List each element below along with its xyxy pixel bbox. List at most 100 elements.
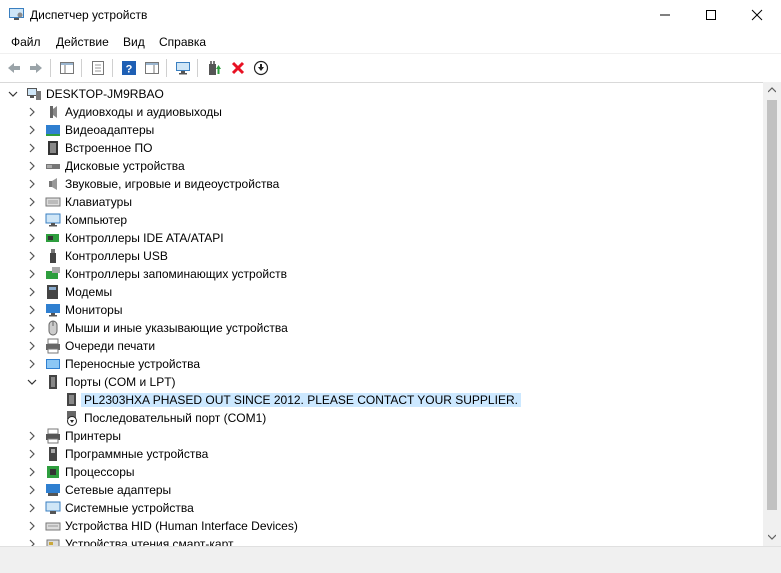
port-icon [49, 375, 57, 389]
tree-root[interactable]: DESKTOP-JM9RBAO [0, 85, 763, 103]
chevron-right-icon[interactable] [27, 161, 37, 171]
chevron-right-icon[interactable] [27, 467, 37, 477]
chevron-right-icon[interactable] [27, 323, 37, 333]
tree-category-item[interactable]: Встроенное ПО [0, 139, 763, 157]
toolbar: ? [0, 53, 781, 83]
chevron-right-icon[interactable] [27, 197, 37, 207]
chevron-right-icon[interactable] [27, 125, 37, 135]
show-hide-console-tree-button[interactable] [57, 58, 77, 78]
tree-category-item[interactable]: Модемы [0, 283, 763, 301]
serial-port-icon [67, 411, 77, 426]
tree-child-item[interactable]: Последовательный порт (COM1) [0, 409, 763, 427]
scroll-up-icon[interactable] [768, 87, 776, 93]
tree-item-label: Звуковые, игровые и видеоустройства [65, 177, 280, 191]
uninstall-device-button[interactable] [228, 58, 248, 78]
tree-category-item[interactable]: Контроллеры IDE ATA/ATAPI [0, 229, 763, 247]
update-driver-button[interactable] [204, 58, 224, 78]
tree-category-item[interactable]: Переносные устройства [0, 355, 763, 373]
tree-category-item[interactable]: Процессоры [0, 463, 763, 481]
tree-category-item[interactable]: Дисковые устройства [0, 157, 763, 175]
minimize-button[interactable] [642, 0, 688, 31]
tree-item-label: Процессоры [65, 465, 135, 479]
tree-category-item[interactable]: Звуковые, игровые и видеоустройства [0, 175, 763, 193]
chevron-right-icon[interactable] [27, 503, 37, 513]
tree-item-label: Порты (COM и LPT) [65, 375, 176, 389]
chevron-right-icon[interactable] [27, 269, 37, 279]
menu-file[interactable]: Файл [11, 35, 41, 49]
forward-button[interactable] [26, 58, 46, 78]
chevron-right-icon[interactable] [27, 305, 37, 315]
tree-item-label: Переносные устройства [65, 357, 201, 371]
chevron-right-icon[interactable] [27, 449, 37, 459]
action-pane-button[interactable] [142, 58, 162, 78]
tree-category-item[interactable]: Клавиатуры [0, 193, 763, 211]
chevron-right-icon[interactable] [27, 359, 37, 369]
tree-category-item[interactable]: Устройства чтения смарт-карт [0, 535, 763, 546]
menu-action[interactable]: Действие [56, 35, 109, 49]
toolbar-separator [197, 59, 198, 77]
tree-item-label: Встроенное ПО [65, 141, 153, 155]
tree-category-item[interactable]: Компьютер [0, 211, 763, 229]
tree-category-item[interactable]: Очереди печати [0, 337, 763, 355]
disable-device-button[interactable] [251, 58, 271, 78]
tree-item-label: Дисковые устройства [65, 159, 185, 173]
scan-hardware-button[interactable] [173, 58, 193, 78]
device-tree[interactable]: DESKTOP-JM9RBAO Аудиовходы и аудиовыходы… [0, 82, 763, 546]
close-button[interactable] [734, 0, 780, 31]
smart-card-reader-icon [46, 539, 60, 546]
tree-category-item[interactable]: Порты (COM и LPT) [0, 373, 763, 391]
help-button[interactable]: ? [119, 58, 139, 78]
chevron-right-icon[interactable] [27, 521, 37, 531]
portable-device-icon [46, 359, 60, 369]
tree-child-item[interactable]: PL2303HXA PHASED OUT SINCE 2012. PLEASE … [0, 391, 763, 409]
tree-category-item[interactable]: Системные устройства [0, 499, 763, 517]
chevron-right-icon[interactable] [27, 251, 37, 261]
chevron-right-icon[interactable] [27, 233, 37, 243]
tree-category-item[interactable]: Сетевые адаптеры [0, 481, 763, 499]
tree-category-item[interactable]: Контроллеры USB [0, 247, 763, 265]
tree-category-item[interactable]: Устройства HID (Human Interface Devices) [0, 517, 763, 535]
chevron-right-icon[interactable] [27, 431, 37, 441]
tree-category-item[interactable]: Видеоадаптеры [0, 121, 763, 139]
back-button[interactable] [4, 58, 24, 78]
tree-category-item[interactable]: Программные устройства [0, 445, 763, 463]
menu-view[interactable]: Вид [123, 35, 145, 49]
audio-icon [50, 106, 57, 118]
menu-help[interactable]: Справка [159, 35, 206, 49]
chevron-right-icon[interactable] [27, 107, 37, 117]
chevron-right-icon[interactable] [27, 539, 37, 546]
tree-item-label: Контроллеры IDE ATA/ATAPI [65, 231, 224, 245]
chevron-down-icon[interactable] [27, 377, 37, 387]
tree-item-label: Программные устройства [65, 447, 209, 461]
tree-item-label: Видеоадаптеры [65, 123, 155, 137]
tree-root-label: DESKTOP-JM9RBAO [46, 87, 164, 101]
tree-category-item[interactable]: Аудиовходы и аудиовыходы [0, 103, 763, 121]
tree-item-label: Клавиатуры [65, 195, 132, 209]
chevron-right-icon[interactable] [27, 287, 37, 297]
tree-category-item[interactable]: Принтеры [0, 427, 763, 445]
chevron-right-icon[interactable] [27, 485, 37, 495]
tree-category-item[interactable]: Мыши и иные указывающие устройства [0, 319, 763, 337]
tree-item-label: PL2303HXA PHASED OUT SINCE 2012. PLEASE … [81, 393, 521, 407]
mouse-icon [48, 320, 58, 336]
chevron-right-icon[interactable] [27, 341, 37, 351]
tree-category-item[interactable]: Мониторы [0, 301, 763, 319]
storage-controller-icon [46, 267, 60, 279]
chevron-right-icon[interactable] [27, 143, 37, 153]
svg-text:?: ? [126, 64, 133, 76]
vertical-scrollbar[interactable] [763, 82, 781, 546]
chevron-right-icon[interactable] [27, 215, 37, 225]
tree-item-label: Сетевые адаптеры [65, 483, 172, 497]
keyboard-icon [45, 197, 61, 207]
maximize-button[interactable] [688, 0, 734, 31]
properties-button[interactable] [88, 58, 108, 78]
vertical-scroll-thumb[interactable] [767, 100, 777, 510]
chevron-right-icon[interactable] [27, 179, 37, 189]
tree-item-label: Мониторы [65, 303, 123, 317]
modem-icon [47, 285, 58, 299]
chevron-down-icon[interactable] [8, 89, 18, 99]
monitor-icon [46, 304, 60, 317]
processor-icon [47, 466, 59, 478]
tree-category-item[interactable]: Контроллеры запоминающих устройств [0, 265, 763, 283]
scroll-down-icon[interactable] [768, 534, 776, 540]
